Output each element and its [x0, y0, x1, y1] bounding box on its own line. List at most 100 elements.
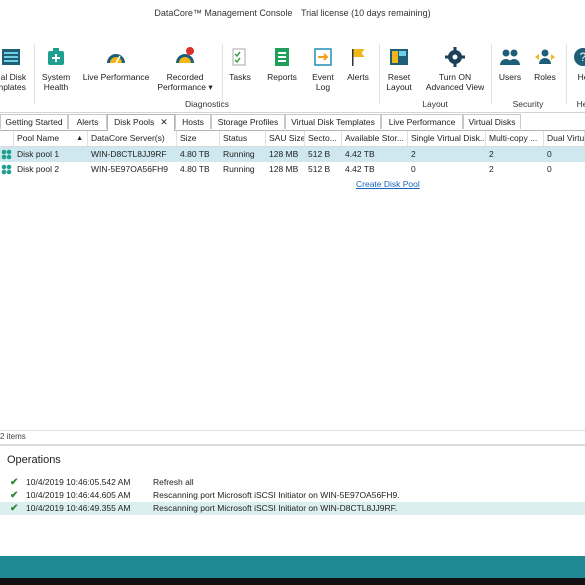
reports-button[interactable]: Reports	[264, 46, 300, 82]
disk-pools-grid: Pool Name ▲ DataCore Server(s) Size Stat…	[0, 131, 585, 431]
ribbon-label: ual Disk	[0, 72, 27, 82]
alerts-button[interactable]: Alerts	[344, 46, 372, 82]
ribbon-label: Turn ON	[438, 72, 472, 82]
check-icon: ✔	[10, 490, 19, 501]
group-label-layout: Layout	[422, 99, 448, 109]
cell-multi-copy: 2	[489, 149, 494, 159]
column-header-dual-virtual[interactable]: Dual Virtua	[544, 131, 585, 146]
ribbon-label: Health	[43, 82, 69, 92]
ribbon-label: System	[41, 72, 71, 82]
cell-sector: 512 B	[308, 149, 331, 159]
close-icon[interactable]: ✕	[160, 117, 168, 127]
disk-pool-icon	[1, 149, 12, 160]
cell-sau-size: 128 MB	[269, 164, 299, 174]
operation-row[interactable]: ✔ 10/4/2019 10:46:49.355 AM Rescanning p…	[0, 502, 585, 515]
group-label-security: Security	[512, 99, 544, 109]
tab-live-performance[interactable]: Live Performance	[381, 114, 463, 129]
column-header-multi-copy[interactable]: Multi-copy ...	[486, 131, 544, 146]
disk-pool-icon	[1, 164, 12, 175]
operation-message: Refresh all	[153, 477, 194, 487]
tab-virtual-disk-templates[interactable]: Virtual Disk Templates	[285, 114, 381, 129]
taskbar	[0, 578, 585, 585]
column-header-server[interactable]: DataCore Server(s)	[88, 131, 177, 146]
tab-disk-pools[interactable]: Disk Pools ✕	[107, 114, 175, 131]
users-button[interactable]: Users	[496, 46, 524, 82]
tasks-button[interactable]: Tasks	[226, 46, 254, 82]
gear-icon	[445, 47, 465, 67]
cell-single-virtual-disk: 0	[411, 164, 416, 174]
cell-size: 4.80 TB	[180, 164, 210, 174]
sort-asc-icon: ▲	[76, 135, 83, 142]
column-header-status[interactable]: Status	[220, 131, 266, 146]
column-header-single-virtual-disk[interactable]: Single Virtual Disk...	[408, 131, 486, 146]
ribbon-label: Roles	[534, 72, 556, 82]
column-header-available-storage[interactable]: Available Stor...	[342, 131, 408, 146]
group-label-help: He	[576, 99, 585, 109]
reports-icon	[275, 48, 289, 66]
operation-date: 10/4/2019 10:46:05.542 AM	[26, 477, 131, 487]
ribbon-separator	[491, 44, 492, 104]
column-header-pool-name[interactable]: Pool Name ▲	[14, 131, 88, 146]
cell-pool-name: Disk pool 2	[17, 164, 60, 174]
ribbon-label: Layout	[386, 82, 412, 92]
create-disk-pool-link[interactable]: Create Disk Pool	[356, 179, 420, 189]
tab-storage-profiles[interactable]: Storage Profiles	[211, 114, 285, 129]
event-log-icon	[314, 48, 332, 66]
ribbon-label: Log	[315, 82, 331, 92]
operation-row[interactable]: ✔ 10/4/2019 10:46:44.605 AM Rescanning p…	[0, 489, 585, 502]
virtual-disk-templates-button[interactable]: ual Disk mplates	[0, 46, 28, 92]
column-header-size[interactable]: Size	[177, 131, 220, 146]
cell-server: WIN-D8CTL8JJ9RF	[91, 149, 167, 159]
table-row[interactable]: Disk pool 1 WIN-D8CTL8JJ9RF 4.80 TB Runn…	[0, 147, 585, 162]
event-log-button[interactable]: Event Log	[308, 46, 338, 92]
ribbon-separator	[566, 44, 567, 104]
roles-icon	[535, 49, 555, 64]
ribbon-label: Advanced View	[425, 82, 485, 92]
ribbon-label: Recorded	[166, 72, 204, 82]
recorded-performance-button[interactable]: Recorded Performance ▾	[154, 46, 216, 92]
cell-available-storage: 4.42 TB	[345, 149, 375, 159]
advanced-view-button[interactable]: Turn ON Advanced View	[422, 46, 488, 92]
tab-getting-started[interactable]: Getting Started	[0, 114, 68, 129]
tab-virtual-disks[interactable]: Virtual Disks	[463, 114, 521, 129]
virtual-disk-templates-icon	[2, 49, 20, 65]
license-text: Trial license (10 days remaining)	[300, 8, 431, 18]
operation-date: 10/4/2019 10:46:49.355 AM	[26, 503, 131, 513]
cell-dual-virtual: 0	[547, 149, 552, 159]
ribbon-label: Alerts	[347, 72, 369, 82]
cell-sector: 512 B	[308, 164, 331, 174]
cell-pool-name: Disk pool 1	[17, 149, 60, 159]
app-title: DataCore™ Management Console	[154, 8, 293, 18]
flag-icon	[352, 49, 365, 66]
roles-button[interactable]: Roles	[530, 46, 560, 82]
tab-hosts[interactable]: Hosts	[175, 114, 211, 129]
svg-text:?: ?	[580, 50, 585, 64]
tasks-icon	[232, 48, 246, 66]
live-performance-icon	[107, 54, 125, 64]
help-button[interactable]: ? He	[570, 46, 585, 82]
cell-size: 4.80 TB	[180, 149, 210, 159]
status-footer	[0, 556, 585, 578]
tab-label: Disk Pools	[114, 117, 155, 127]
cell-status: Running	[223, 149, 255, 159]
operations-title: Operations	[7, 454, 61, 466]
ribbon-toolbar: ual Disk mplates System Health Live Perf…	[0, 40, 585, 113]
cell-status: Running	[223, 164, 255, 174]
ribbon-separator	[379, 44, 380, 104]
header-icon-column	[0, 131, 14, 146]
reset-layout-button[interactable]: Reset Layout	[382, 46, 416, 92]
operation-row[interactable]: ✔ 10/4/2019 10:46:05.542 AM Refresh all	[0, 476, 585, 489]
tab-alerts[interactable]: Alerts	[68, 114, 107, 129]
live-performance-button[interactable]: Live Performance	[82, 46, 150, 82]
help-icon: ?	[574, 48, 585, 66]
operation-message: Rescanning port Microsoft iSCSI Initiato…	[153, 503, 398, 513]
users-icon	[500, 49, 520, 65]
system-health-button[interactable]: System Health	[38, 46, 74, 92]
column-header-sau-size[interactable]: SAU Size	[266, 131, 305, 146]
group-label-diagnostics: Diagnostics	[185, 99, 229, 109]
ribbon-separator	[34, 44, 35, 104]
column-header-sector[interactable]: Secto...	[305, 131, 342, 146]
ribbon-label: Reset	[387, 72, 411, 82]
ribbon-label: mplates	[0, 82, 26, 92]
table-row[interactable]: Disk pool 2 WIN-5E97OA56FH9 4.80 TB Runn…	[0, 162, 585, 177]
